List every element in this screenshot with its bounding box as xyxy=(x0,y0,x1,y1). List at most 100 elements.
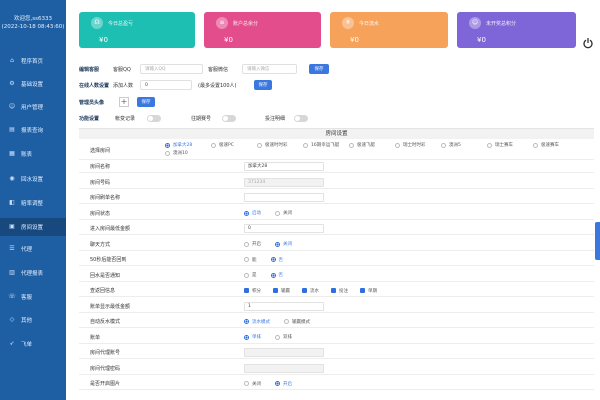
sidebar-item[interactable]: ☰ 代理 xyxy=(0,240,66,258)
radio-option[interactable]: 双排 xyxy=(275,334,292,340)
room-setting-input[interactable] xyxy=(244,363,324,373)
room-option[interactable]: 16期幸运飞艇 xyxy=(303,142,349,148)
sidebar-item[interactable]: ⌂ 程序首页 xyxy=(0,52,66,70)
checkbox-option[interactable]: 输赢 xyxy=(273,288,290,294)
radio-label: 双排 xyxy=(283,335,292,340)
radio-label: 关闭 xyxy=(252,381,261,387)
card-title: 账户总余分 xyxy=(233,21,259,27)
radio-icon xyxy=(303,142,308,148)
save-service-button[interactable]: 保存 xyxy=(309,64,329,74)
room-setting-input[interactable] xyxy=(244,348,324,357)
checkbox-option[interactable]: 投注 xyxy=(331,288,348,294)
sidebar-item[interactable]: ➶ 飞单 xyxy=(0,335,66,353)
sidebar-item[interactable]: ▣ 房间设置 xyxy=(0,218,66,236)
checkbox-icon xyxy=(273,288,278,293)
checkbox-option[interactable]: 积分 xyxy=(244,288,261,294)
radio-option[interactable]: 关闭 xyxy=(275,241,292,247)
qq-label: 客服QQ xyxy=(113,66,131,73)
radio-option[interactable]: 输赢模式 xyxy=(284,319,310,325)
sidebar-item[interactable]: ☺ 用户管理 xyxy=(0,98,66,116)
sidebar-item-label: 代理报表 xyxy=(21,271,44,277)
room-setting-control: 加拿大28 xyxy=(244,162,324,171)
room-setting-input[interactable]: 0 xyxy=(244,224,324,233)
past-periods-toggle[interactable] xyxy=(222,114,236,122)
room-setting-row: 是否开启图片 关闭 开启 xyxy=(79,377,594,390)
card-value: ¥0 xyxy=(99,36,108,44)
room-setting-input[interactable]: 371234 xyxy=(244,177,324,187)
sidebar-item-label: 赔率调整 xyxy=(21,201,44,207)
checkbox-option[interactable]: 流水 xyxy=(302,288,319,294)
radio-icon xyxy=(165,142,170,148)
radio-option[interactable]: 启动 xyxy=(244,210,261,216)
radio-label: 否 xyxy=(278,257,284,263)
room-option[interactable]: 澳洲10 xyxy=(165,150,211,156)
sidebar-item[interactable]: ☏ 客服 xyxy=(0,288,66,306)
radio-option[interactable]: 关闭 xyxy=(244,381,261,387)
wechat-input[interactable]: 请输入微信 xyxy=(242,64,297,74)
room-option[interactable]: 极速飞艇 xyxy=(349,142,395,148)
room-option[interactable]: 瑞士赛车 xyxy=(487,142,533,148)
room-setting-label: 回水是否通知 xyxy=(90,272,121,279)
room-option[interactable]: 极速PC xyxy=(211,142,257,148)
radio-option[interactable]: 否 xyxy=(270,257,284,263)
add-avatar-icon[interactable]: + xyxy=(119,97,129,107)
person-icon: ☺ xyxy=(469,17,481,29)
account-record-toggle[interactable] xyxy=(147,114,161,122)
checkbox-label: 输赢 xyxy=(281,288,290,294)
checkbox-option[interactable]: 单期 xyxy=(360,288,377,294)
room-setting-input[interactable]: 加拿大28 xyxy=(244,162,324,171)
room-setting-label: 是否开启图片 xyxy=(90,381,121,387)
power-icon[interactable] xyxy=(582,37,594,49)
radio-label: 开启 xyxy=(283,381,292,387)
room-setting-input[interactable] xyxy=(244,193,324,202)
fly-icon: ➶ xyxy=(9,340,15,347)
add-people-label: 添加人数 xyxy=(113,82,134,89)
bet-notice-toggle[interactable] xyxy=(294,114,308,122)
account-record-label: 帐变记录 xyxy=(115,115,136,122)
sidebar-item[interactable]: ◇ 其他 xyxy=(0,311,66,329)
room-option[interactable]: 加拿大28 xyxy=(165,142,211,148)
checkbox-icon xyxy=(360,288,365,293)
radio-option[interactable]: 单排 xyxy=(244,334,261,340)
radio-option[interactable]: 关闭 xyxy=(275,210,292,216)
room-option-label: 澳洲10 xyxy=(173,151,188,156)
qq-input[interactable]: 请输入QQ xyxy=(140,64,203,74)
room-setting-input[interactable]: 1 xyxy=(244,301,324,311)
radio-option[interactable]: 流水模式 xyxy=(244,319,270,325)
room-option[interactable]: 瑞士时时彩 xyxy=(395,142,441,148)
radio-option[interactable]: 开启 xyxy=(244,241,261,247)
checkbox-icon xyxy=(331,288,336,293)
save-online-button[interactable]: 保存 xyxy=(254,80,272,90)
function-label: 功能设置 xyxy=(79,115,100,122)
stat-card-today-profit: ☊ 今日总盈亏 ¥0 xyxy=(79,12,195,48)
radio-icon xyxy=(349,142,354,148)
database-icon: ≡ xyxy=(216,17,228,29)
room-option-label: 极速时时彩 xyxy=(265,143,288,148)
room-option[interactable]: 极速赛车 xyxy=(533,142,579,148)
sidebar-item-label: 用户管理 xyxy=(21,105,44,111)
room-option[interactable]: 极速时时彩 xyxy=(257,142,303,148)
room-setting-control xyxy=(244,363,324,373)
sidebar-item[interactable]: ⚙ 基础设置 xyxy=(0,75,66,93)
sidebar-item[interactable]: ◧ 赔率调整 xyxy=(0,194,66,212)
sidebar-item-label: 飞单 xyxy=(21,342,33,348)
room-setting-control: 开启 关闭 xyxy=(244,240,306,249)
sidebar-item[interactable]: ▦ 账表 xyxy=(0,145,66,163)
radio-option[interactable]: 能 xyxy=(244,257,257,263)
add-people-input[interactable]: 0 xyxy=(140,80,192,90)
room-option-label: 极速赛车 xyxy=(541,143,559,148)
sidebar-item[interactable]: ◉ 回水设置 xyxy=(0,170,66,188)
radio-label: 单排 xyxy=(252,335,261,340)
welcome-text: 欢迎您,ss6333 xyxy=(14,16,52,22)
radio-option[interactable]: 是 xyxy=(244,272,257,278)
save-avatar-button[interactable]: 保存 xyxy=(137,97,155,107)
sidebar-item[interactable]: ▤ 报表查询 xyxy=(0,121,66,139)
radio-option[interactable]: 开启 xyxy=(275,381,292,387)
wechat-placeholder: 请输入微信 xyxy=(247,67,270,72)
sidebar-item-label: 其他 xyxy=(21,318,33,324)
sidebar-item[interactable]: ▥ 代理报表 xyxy=(0,264,66,282)
side-scroll-tab[interactable] xyxy=(595,222,600,260)
radio-option[interactable]: 否 xyxy=(270,272,283,278)
room-option[interactable]: 澳洲5 xyxy=(441,142,487,148)
room-setting-row: 查返回信息 积分 输赢 流水 投注 单期 xyxy=(79,284,594,297)
